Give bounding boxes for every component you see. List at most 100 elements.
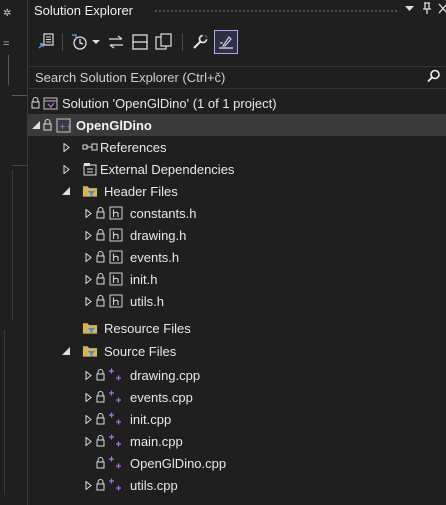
toolbar [28,27,446,59]
file-label: init.cpp [130,411,172,427]
tree-row-header-files[interactable]: Header Files [28,180,446,202]
collapsed-arrow-icon[interactable] [82,251,94,263]
history-icon[interactable] [68,30,92,54]
lock-icon [96,435,105,447]
tree-row-header-file[interactable]: drawing.h [28,224,446,246]
tree-row-header-file[interactable]: utils.h [28,290,446,312]
source-files-label: Source Files [104,343,177,359]
preview-selected-icon[interactable] [214,30,238,54]
tree-row-source-file[interactable]: utils.cpp [28,474,446,496]
file-label: utils.cpp [130,477,178,493]
pin-icon[interactable] [422,2,432,18]
cpp-file-icon [108,367,124,383]
project-label: OpenGlDino [76,117,152,133]
tree-row-solution[interactable]: Solution 'OpenGlDino' (1 of 1 project) [28,92,446,114]
cpp-file-icon [108,433,124,449]
collapsed-arrow-icon[interactable] [82,391,94,403]
show-all-files-icon[interactable] [152,30,176,54]
collapsed-arrow-icon[interactable] [82,479,94,491]
header-file-icon [108,205,124,221]
toolbar-separator [182,33,183,51]
tree-row-resource-files[interactable]: Resource Files [28,317,446,339]
header-files-label: Header Files [104,183,178,199]
search-input[interactable]: Search Solution Explorer (Ctrl+č) [29,66,446,89]
tree-row-source-file[interactable]: main.cpp [28,430,446,452]
cpp-file-icon [108,411,124,427]
sync-with-active-doc-icon[interactable] [34,30,58,54]
tree-row-external-dependencies[interactable]: External Dependencies [28,158,446,180]
collapse-all-icon[interactable] [128,30,152,54]
expanded-arrow-icon[interactable] [60,185,72,197]
tree-row-source-file[interactable]: OpenGlDino.cpp [28,452,446,474]
svg-text:++: ++ [59,122,71,131]
cpp-file-icon [108,389,124,405]
divider [4,330,5,495]
file-label: OpenGlDino.cpp [130,455,227,471]
tree-row-header-file[interactable]: constants.h [28,202,446,224]
filter-folder-icon [82,320,98,336]
gear-icon: ✲ [3,8,12,19]
dropdown-arrow-icon[interactable] [405,4,414,16]
header-file-icon [108,227,124,243]
file-label: events.h [130,249,180,265]
file-label: main.cpp [130,433,183,449]
tree-row-source-file[interactable]: init.cpp [28,408,446,430]
tree-row-source-file[interactable]: events.cpp [28,386,446,408]
tree-row-header-file[interactable]: events.h [28,246,446,268]
lock-icon [96,251,105,263]
panel-titlebar[interactable]: Solution Explorer [28,0,446,22]
tree-row-references[interactable]: References [28,136,446,158]
collapsed-arrow-icon[interactable] [60,141,72,153]
collapsed-arrow-icon[interactable] [82,273,94,285]
collapsed-arrow-icon[interactable] [82,207,94,219]
search-icon[interactable] [427,69,441,86]
collapsed-arrow-icon[interactable] [82,229,94,241]
lock-icon [31,97,40,109]
file-label: events.cpp [130,389,193,405]
collapsed-arrow-icon[interactable] [82,413,94,425]
references-icon [82,139,98,155]
references-label: References [100,139,167,155]
resource-files-label: Resource Files [104,320,191,336]
divider [12,95,27,96]
history-dropdown-icon[interactable] [90,30,102,54]
properties-wrench-icon[interactable] [188,30,212,54]
collapsed-arrow-icon[interactable] [82,435,94,447]
solution-icon [42,95,58,111]
expanded-arrow-icon[interactable] [60,345,72,357]
lock-icon [96,229,105,241]
drag-grip[interactable] [154,9,399,14]
back-forward-icon[interactable] [104,30,128,54]
external-dependencies-icon [82,161,98,177]
collapsed-arrow-icon[interactable] [82,369,94,381]
cpp-file-icon [108,455,124,471]
lock-icon [96,413,105,425]
dash-icon: = [3,38,10,50]
lock-icon [96,479,105,491]
panel-title: Solution Explorer [34,3,133,18]
file-label: init.h [130,271,158,287]
expanded-arrow-icon[interactable] [30,119,42,131]
header-file-icon [108,293,124,309]
file-label: drawing.cpp [130,367,201,383]
cpp-project-icon: ++ [55,117,71,133]
file-label: utils.h [130,293,164,309]
filter-folder-icon [82,343,98,359]
collapsed-arrow-icon[interactable] [82,295,94,307]
lock-icon [96,457,105,469]
close-icon[interactable] [438,2,446,17]
solution-explorer-panel: Solution Explorer Search Solution Explor… [27,0,446,505]
divider [12,165,27,166]
tree-row-header-file[interactable]: init.h [28,268,446,290]
collapsed-arrow-icon[interactable] [60,163,72,175]
file-label: constants.h [130,205,197,221]
tree-row-project[interactable]: ++ OpenGlDino [28,114,446,136]
filter-folder-icon [82,183,98,199]
header-file-icon [108,271,124,287]
lock-icon [43,119,52,131]
external-dependencies-label: External Dependencies [100,161,235,177]
solution-label: Solution 'OpenGlDino' (1 of 1 project) [62,95,277,111]
search-placeholder: Search Solution Explorer (Ctrl+č) [35,70,226,85]
tree-row-source-files[interactable]: Source Files [28,340,446,362]
tree-row-source-file[interactable]: drawing.cpp [28,364,446,386]
